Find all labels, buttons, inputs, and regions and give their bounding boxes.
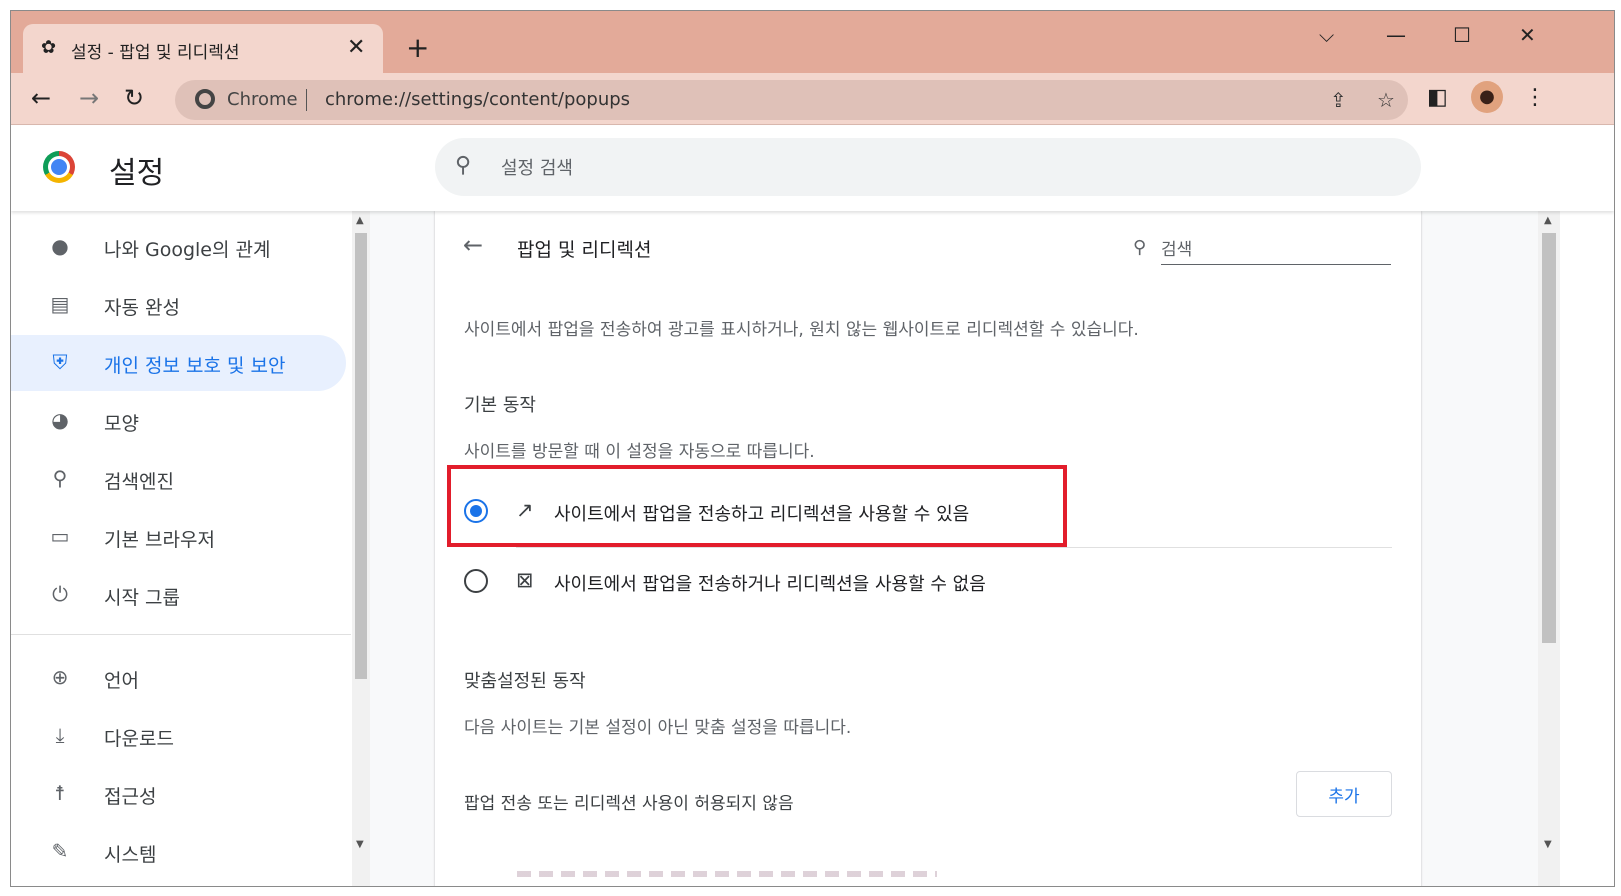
sidebar-item-accessibility[interactable]: ☨ 접근성 bbox=[11, 766, 346, 822]
browser-toolbar: ← → ↻ Chrome chrome://settings/content/p… bbox=[11, 73, 1614, 125]
gear-icon: ✿ bbox=[41, 37, 57, 58]
sidebar-item-autofill[interactable]: ▤ 자동 완성 bbox=[11, 277, 346, 333]
globe-icon: ⊕ bbox=[51, 665, 69, 689]
sidebar-item-system[interactable]: ✎ 시스템 bbox=[11, 824, 346, 880]
close-window-button[interactable]: ✕ bbox=[1519, 23, 1536, 47]
sidebar: ● 나와 Google의 관계 ▤ 자동 완성 ⛨ 개인 정보 보호 및 보안 … bbox=[11, 211, 351, 886]
scroll-down-arrow[interactable]: ▼ bbox=[1544, 839, 1552, 850]
sidebar-item-label: 언어 bbox=[104, 670, 139, 692]
sidebar-item-downloads[interactable]: ⤓ 다운로드 bbox=[11, 708, 346, 764]
star-icon[interactable]: ☆ bbox=[1377, 88, 1395, 112]
subpage-title: 팝업 및 리디렉션 bbox=[517, 239, 652, 261]
search-input[interactable]: 설정 검색 bbox=[501, 154, 573, 180]
power-icon: ⏻ bbox=[52, 582, 68, 606]
browser-icon: ▭ bbox=[50, 524, 70, 548]
sidebar-item-on-startup[interactable]: ⏻ 시작 그룹 bbox=[11, 567, 346, 623]
scrollbar-thumb[interactable] bbox=[1542, 233, 1556, 643]
main-scrollbar[interactable]: ▲ ▼ bbox=[1538, 211, 1560, 886]
default-behavior-desc: 사이트를 방문할 때 이 설정을 자동으로 따릅니다. bbox=[464, 442, 815, 462]
search-icon: ⚲ bbox=[52, 466, 68, 490]
option-divider bbox=[516, 547, 1392, 548]
tab-search-icon[interactable]: ⌵ bbox=[1319, 23, 1334, 47]
back-button[interactable]: ← bbox=[31, 84, 51, 112]
palette-icon: ◕ bbox=[51, 408, 69, 432]
sidebar-item-label: 기본 브라우저 bbox=[104, 529, 215, 551]
scroll-up-arrow[interactable]: ▲ bbox=[356, 215, 364, 226]
add-button[interactable]: 추가 bbox=[1296, 771, 1392, 817]
subpage-search-input[interactable]: 검색 bbox=[1161, 235, 1391, 265]
separator bbox=[306, 89, 307, 111]
shield-icon: ⛨ bbox=[52, 350, 68, 374]
sidebar-item-you-and-google[interactable]: ● 나와 Google의 관계 bbox=[11, 219, 346, 275]
menu-icon[interactable]: ⋮ bbox=[1524, 85, 1546, 110]
sidebar-item-appearance[interactable]: ◕ 모양 bbox=[11, 393, 346, 449]
sidebar-item-default-browser[interactable]: ▭ 기본 브라우저 bbox=[11, 509, 346, 565]
wrench-icon: ✎ bbox=[51, 839, 69, 863]
maximize-button[interactable]: ☐ bbox=[1453, 23, 1471, 47]
custom-behavior-title: 맞춤설정된 동작 bbox=[464, 671, 586, 692]
sidebar-scrollbar[interactable]: ▲ ▼ bbox=[352, 211, 370, 886]
share-icon[interactable]: ⇪ bbox=[1330, 88, 1347, 112]
sidebar-item-label: 나와 Google의 관계 bbox=[104, 239, 271, 261]
search-icon: ⚲ bbox=[1133, 237, 1147, 258]
sidebar-item-label: 다운로드 bbox=[104, 728, 174, 750]
sidebar-divider bbox=[11, 634, 351, 635]
scroll-down-arrow[interactable]: ▼ bbox=[356, 839, 364, 850]
custom-behavior-desc: 다음 사이트는 기본 설정이 아닌 맞춤 설정을 따릅니다. bbox=[464, 718, 852, 738]
sidebar-item-label: 검색엔진 bbox=[104, 471, 174, 493]
title-bar: ✿ 설정 - 팝업 및 리디렉션 ✕ + ⌵ — ☐ ✕ bbox=[11, 11, 1614, 73]
default-behavior-title: 기본 동작 bbox=[464, 395, 536, 416]
url-text[interactable]: chrome://settings/content/popups bbox=[325, 89, 630, 110]
address-bar[interactable]: Chrome chrome://settings/content/popups … bbox=[175, 80, 1408, 120]
avatar[interactable]: ● bbox=[1471, 81, 1503, 113]
scroll-up-arrow[interactable]: ▲ bbox=[1544, 215, 1552, 226]
clipboard-icon: ▤ bbox=[50, 292, 70, 316]
sidebar-item-label: 개인 정보 보호 및 보안 bbox=[104, 355, 286, 377]
person-icon: ● bbox=[1479, 86, 1495, 107]
settings-header: 설정 ⚲ 설정 검색 bbox=[11, 126, 1614, 211]
person-icon: ● bbox=[51, 234, 69, 258]
sidebar-item-label: 시작 그룹 bbox=[104, 587, 180, 609]
page-title: 설정 bbox=[109, 156, 165, 191]
back-arrow-icon[interactable]: ← bbox=[463, 231, 483, 259]
reload-button[interactable]: ↻ bbox=[124, 84, 144, 112]
cutoff-content bbox=[517, 871, 937, 877]
chrome-logo bbox=[43, 151, 75, 183]
sidebar-item-label: 접근성 bbox=[104, 786, 157, 808]
page-description: 사이트에서 팝업을 전송하여 광고를 표시하거나, 원치 않는 웹사이트로 리디… bbox=[464, 320, 1139, 340]
settings-search[interactable]: ⚲ 설정 검색 bbox=[435, 138, 1421, 196]
blocked-list-label: 팝업 전송 또는 리디렉션 사용이 허용되지 않음 bbox=[464, 794, 794, 814]
sidebar-item-search-engine[interactable]: ⚲ 검색엔진 bbox=[11, 451, 346, 507]
sidebar-item-label: 모양 bbox=[104, 413, 139, 435]
tab-title: 설정 - 팝업 및 리디렉션 bbox=[71, 43, 240, 63]
search-icon: ⚲ bbox=[455, 153, 472, 178]
sidebar-item-languages[interactable]: ⊕ 언어 bbox=[11, 650, 346, 706]
chrome-icon bbox=[195, 89, 215, 109]
block-popups-option[interactable]: ⊠ 사이트에서 팝업을 전송하거나 리디렉션을 사용할 수 없음 bbox=[464, 557, 1394, 605]
minimize-button[interactable]: — bbox=[1386, 23, 1406, 47]
option-label: 사이트에서 팝업을 전송하거나 리디렉션을 사용할 수 없음 bbox=[554, 574, 986, 595]
scrollbar-thumb[interactable] bbox=[355, 233, 367, 679]
highlight-box bbox=[447, 465, 1067, 547]
sidebar-item-privacy[interactable]: ⛨ 개인 정보 보호 및 보안 bbox=[11, 335, 346, 391]
side-panel-icon[interactable]: ◧ bbox=[1427, 85, 1448, 110]
accessibility-icon: ☨ bbox=[54, 781, 66, 805]
browser-window: ✿ 설정 - 팝업 및 리디렉션 ✕ + ⌵ — ☐ ✕ ← → ↻ Chrom… bbox=[10, 10, 1615, 887]
chip-label: Chrome bbox=[227, 89, 298, 110]
sidebar-item-label: 시스템 bbox=[104, 844, 157, 866]
settings-card: ← 팝업 및 리디렉션 ⚲ 검색 사이트에서 팝업을 전송하여 광고를 표시하거… bbox=[435, 211, 1421, 886]
forward-button[interactable]: → bbox=[79, 84, 99, 112]
radio-block[interactable] bbox=[464, 569, 488, 593]
popup-blocked-icon: ⊠ bbox=[516, 568, 534, 592]
download-icon: ⤓ bbox=[55, 723, 65, 747]
tab-close-icon[interactable]: ✕ bbox=[347, 35, 365, 60]
sidebar-item-label: 자동 완성 bbox=[104, 297, 180, 319]
new-tab-button[interactable]: + bbox=[406, 31, 429, 64]
